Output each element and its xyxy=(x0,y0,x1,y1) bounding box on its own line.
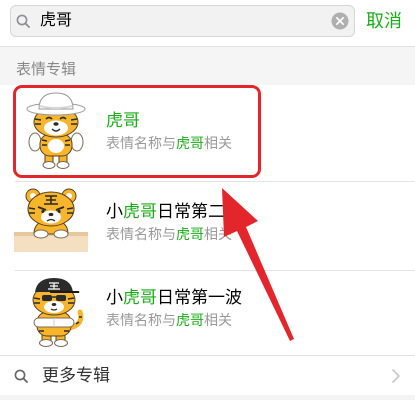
sticker-album-result[interactable]: 小虎哥日常第二 表情名称与虎哥相关 xyxy=(0,182,415,270)
result-subtitle: 表情名称与虎哥相关 xyxy=(106,134,232,152)
search-icon xyxy=(14,369,28,383)
subtitle-segment: 表情名称与 xyxy=(106,135,176,151)
result-title: 虎哥 xyxy=(106,111,140,131)
title-segment: 日常第一波 xyxy=(157,288,242,307)
title-segment: 虎哥 xyxy=(106,111,140,130)
result-subtitle: 表情名称与虎哥相关 xyxy=(106,311,232,329)
subtitle-segment: 虎哥 xyxy=(176,312,204,328)
search-query-text[interactable]: 虎哥 xyxy=(40,11,72,31)
title-segment: 小 xyxy=(106,288,123,307)
section-header: 表情专辑 xyxy=(0,47,415,85)
search-header: 虎哥 取消 xyxy=(0,0,415,46)
subtitle-segment: 相关 xyxy=(204,312,232,328)
subtitle-segment: 表情名称与 xyxy=(106,226,176,242)
title-segment: 虎哥 xyxy=(123,202,157,221)
cancel-button[interactable]: 取消 xyxy=(366,9,402,33)
tiger-sticker-icon xyxy=(32,278,84,347)
clear-icon[interactable] xyxy=(331,12,349,30)
search-input[interactable]: 虎哥 xyxy=(10,5,355,37)
search-icon xyxy=(16,14,30,28)
subtitle-segment: 相关 xyxy=(204,226,232,242)
section-title: 表情专辑 xyxy=(16,61,77,78)
result-title: 小虎哥日常第二 xyxy=(106,202,225,222)
subtitle-segment: 相关 xyxy=(204,135,232,151)
result-subtitle: 表情名称与虎哥相关 xyxy=(106,225,232,243)
bottom-strip xyxy=(0,395,415,400)
result-title: 小虎哥日常第一波 xyxy=(106,288,242,308)
tiger-sticker-icon xyxy=(26,92,86,169)
sticker-album-result[interactable]: 小虎哥日常第一波 表情名称与虎哥相关 xyxy=(0,271,415,355)
more-albums-label: 更多专辑 xyxy=(42,366,110,385)
sticker-album-result[interactable]: 虎哥 表情名称与虎哥相关 xyxy=(0,86,415,181)
chevron-right-icon xyxy=(392,369,400,383)
subtitle-segment: 虎哥 xyxy=(176,226,204,242)
title-segment: 日常第二 xyxy=(157,202,225,221)
tiger-sticker-icon xyxy=(14,188,88,252)
subtitle-segment: 表情名称与 xyxy=(106,312,176,328)
title-segment: 虎哥 xyxy=(123,288,157,307)
title-segment: 小 xyxy=(106,202,123,221)
subtitle-segment: 虎哥 xyxy=(176,135,204,151)
more-albums-button[interactable]: 更多专辑 xyxy=(0,356,415,395)
